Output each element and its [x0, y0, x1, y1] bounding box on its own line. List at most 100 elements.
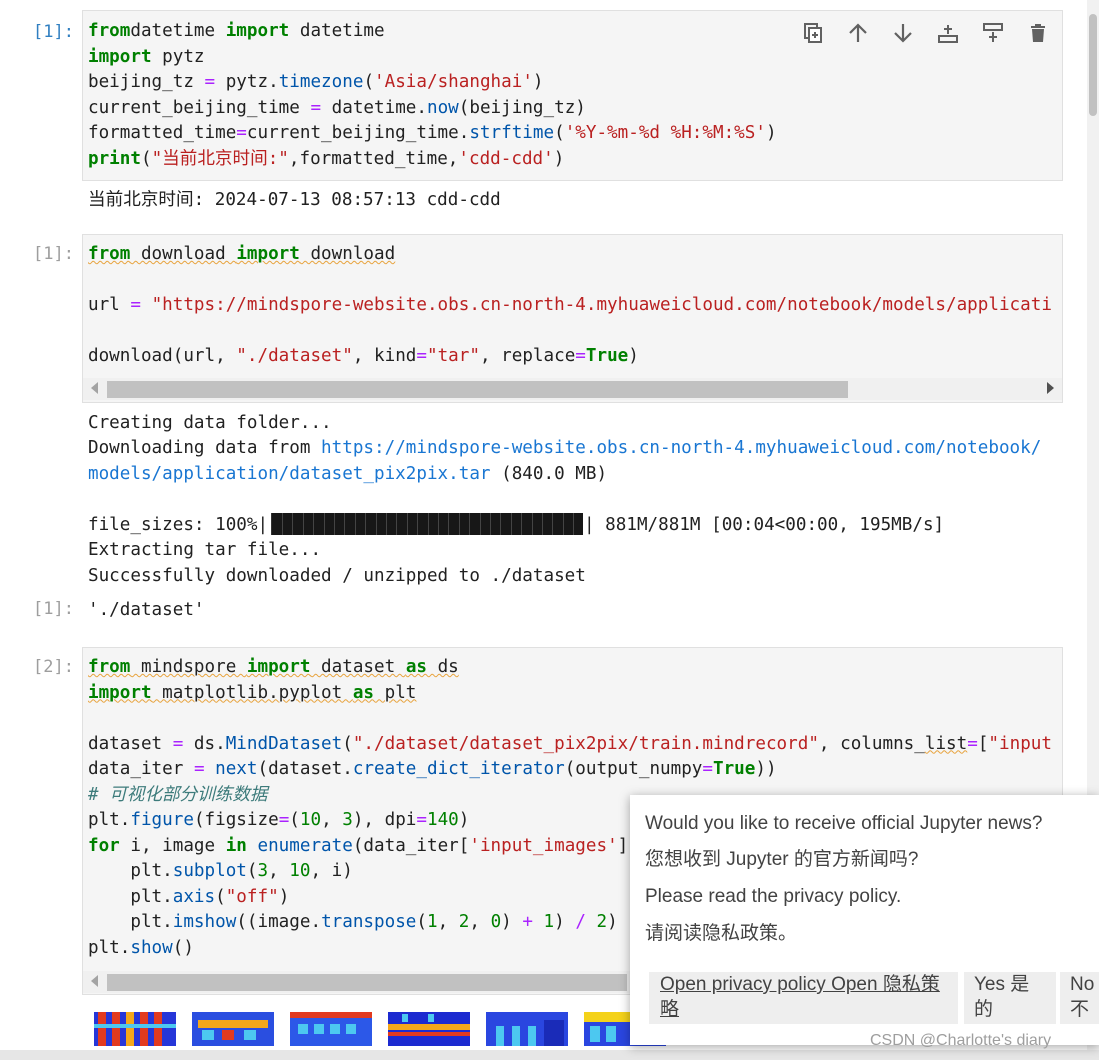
scrollbar-thumb[interactable]	[107, 381, 848, 398]
code-token: 1	[543, 912, 555, 932]
cell-result: './dataset'	[88, 600, 205, 620]
code-line: data_iter = next(dataset.create_dict_ite…	[88, 757, 1052, 783]
training-image	[192, 1012, 274, 1046]
code-token: =	[236, 123, 247, 143]
code-token: ), dpi	[352, 810, 417, 830]
code-token: "https://mindspore-website.obs.cn-north-…	[151, 295, 1052, 315]
code-token: ,	[469, 912, 491, 932]
code-line: beijing_tz = pytz.timezone('Asia/shangha…	[88, 70, 777, 96]
code-token: (	[416, 912, 427, 932]
code-token: =	[310, 97, 322, 118]
no-button[interactable]: No 不	[1060, 972, 1099, 1024]
scroll-left-icon[interactable]	[91, 382, 98, 394]
move-up-icon[interactable]	[843, 18, 872, 47]
download-link[interactable]: https://mindspore-website.obs.cn-north-4…	[321, 438, 1041, 458]
code-token: ()	[172, 937, 194, 958]
code-token: )	[501, 912, 523, 932]
code-token: current_beijing_time.	[246, 123, 470, 143]
code-token: ,	[321, 810, 343, 830]
cell-prompt: [1]:	[33, 22, 74, 42]
progress-segment	[354, 513, 356, 535]
code-token: )	[278, 886, 290, 907]
code-token: =	[416, 346, 427, 366]
code-token: =	[172, 733, 184, 754]
code-token: 1	[427, 912, 438, 932]
code-token: now	[426, 97, 459, 118]
code-token: download	[130, 244, 237, 264]
code-token: matplotlib.pyplot	[151, 682, 353, 703]
code-token: ,	[268, 861, 290, 881]
move-down-icon[interactable]	[888, 18, 917, 47]
code-token: i, image	[119, 835, 226, 856]
download-link-cont[interactable]: models/application/dataset_pix2pix.tar	[88, 464, 491, 484]
code-token: ds.	[183, 733, 226, 754]
delete-icon[interactable]	[1023, 18, 1052, 47]
output-image-strip	[94, 1012, 666, 1046]
download-line: Downloading data from https://mindspore-…	[88, 436, 1041, 462]
code-token: transpose	[321, 912, 417, 932]
code-token: create_dict_iterator	[352, 759, 565, 779]
progress-segment	[573, 513, 575, 535]
progress-suffix: | 881M/881M [00:04<00:00, 195MB/s]	[584, 515, 945, 535]
output-text: Downloading data from	[88, 438, 322, 458]
progress-segment	[510, 513, 512, 535]
code-token: formatted_time	[88, 123, 237, 143]
code-token: show	[130, 937, 173, 958]
scroll-left-icon[interactable]	[91, 975, 98, 987]
progress-segment	[521, 513, 523, 535]
notification-question-zh: 您想收到 Jupyter 的官方新闻吗?	[645, 849, 919, 870]
code-token: , replace	[479, 346, 576, 366]
code-token: for	[88, 835, 120, 856]
progress-segment	[375, 513, 377, 535]
code-token: ds	[427, 657, 459, 677]
code-token: ,	[437, 912, 459, 932]
code-token: =	[130, 295, 141, 315]
code-token: download(url,	[88, 346, 237, 366]
code-token: pytz.	[215, 72, 279, 92]
scroll-right-icon[interactable]	[1047, 382, 1054, 394]
progress-segment	[427, 513, 429, 535]
scrollbar-thumb[interactable]	[1089, 14, 1097, 116]
code-token: (	[342, 733, 353, 754]
code-token: (	[554, 123, 565, 143]
code-token: 3	[342, 810, 353, 830]
code-token: imshow	[172, 912, 237, 932]
code-token: from	[88, 21, 131, 41]
code-token: 2	[596, 912, 608, 932]
code-cell-1-source[interactable]: fromdatetime import datetime import pytz b…	[88, 19, 777, 172]
code-token: 0	[490, 912, 502, 932]
code-token: , columns_	[818, 733, 925, 754]
code-token: # 可视化部分训练数据	[88, 784, 268, 805]
insert-below-icon[interactable]	[978, 18, 1007, 47]
progress-segment	[365, 513, 367, 535]
horizontal-scrollbar[interactable]	[83, 378, 1062, 400]
duplicate-icon[interactable]	[798, 18, 827, 47]
scrollbar-thumb[interactable]	[107, 974, 627, 991]
code-token: "tar"	[426, 346, 480, 366]
code-token: (output_numpy	[564, 759, 703, 779]
code-token: print	[88, 148, 141, 169]
cell-prompt: [2]:	[33, 657, 74, 677]
progress-segment	[406, 513, 408, 535]
code-token: (	[289, 810, 300, 830]
progress-segment	[396, 513, 398, 535]
yes-button[interactable]: Yes 是的	[964, 972, 1056, 1024]
insert-above-icon[interactable]	[933, 18, 962, 47]
code-token: +	[522, 912, 533, 932]
training-image	[290, 1012, 372, 1046]
training-image	[388, 1012, 470, 1046]
code-cell-2-source[interactable]: from download import download url = "htt…	[88, 242, 1052, 370]
code-token: =	[278, 810, 290, 830]
code-token: plt.	[88, 861, 173, 881]
code-token: (figsize	[193, 810, 279, 830]
open-privacy-policy-button[interactable]: Open privacy policy Open 隐私策略	[649, 972, 958, 1024]
code-token: ))	[755, 759, 777, 779]
code-token: dataset	[88, 733, 173, 754]
download-line-2: models/application/dataset_pix2pix.tar (…	[88, 462, 607, 488]
code-token: download	[299, 244, 396, 264]
